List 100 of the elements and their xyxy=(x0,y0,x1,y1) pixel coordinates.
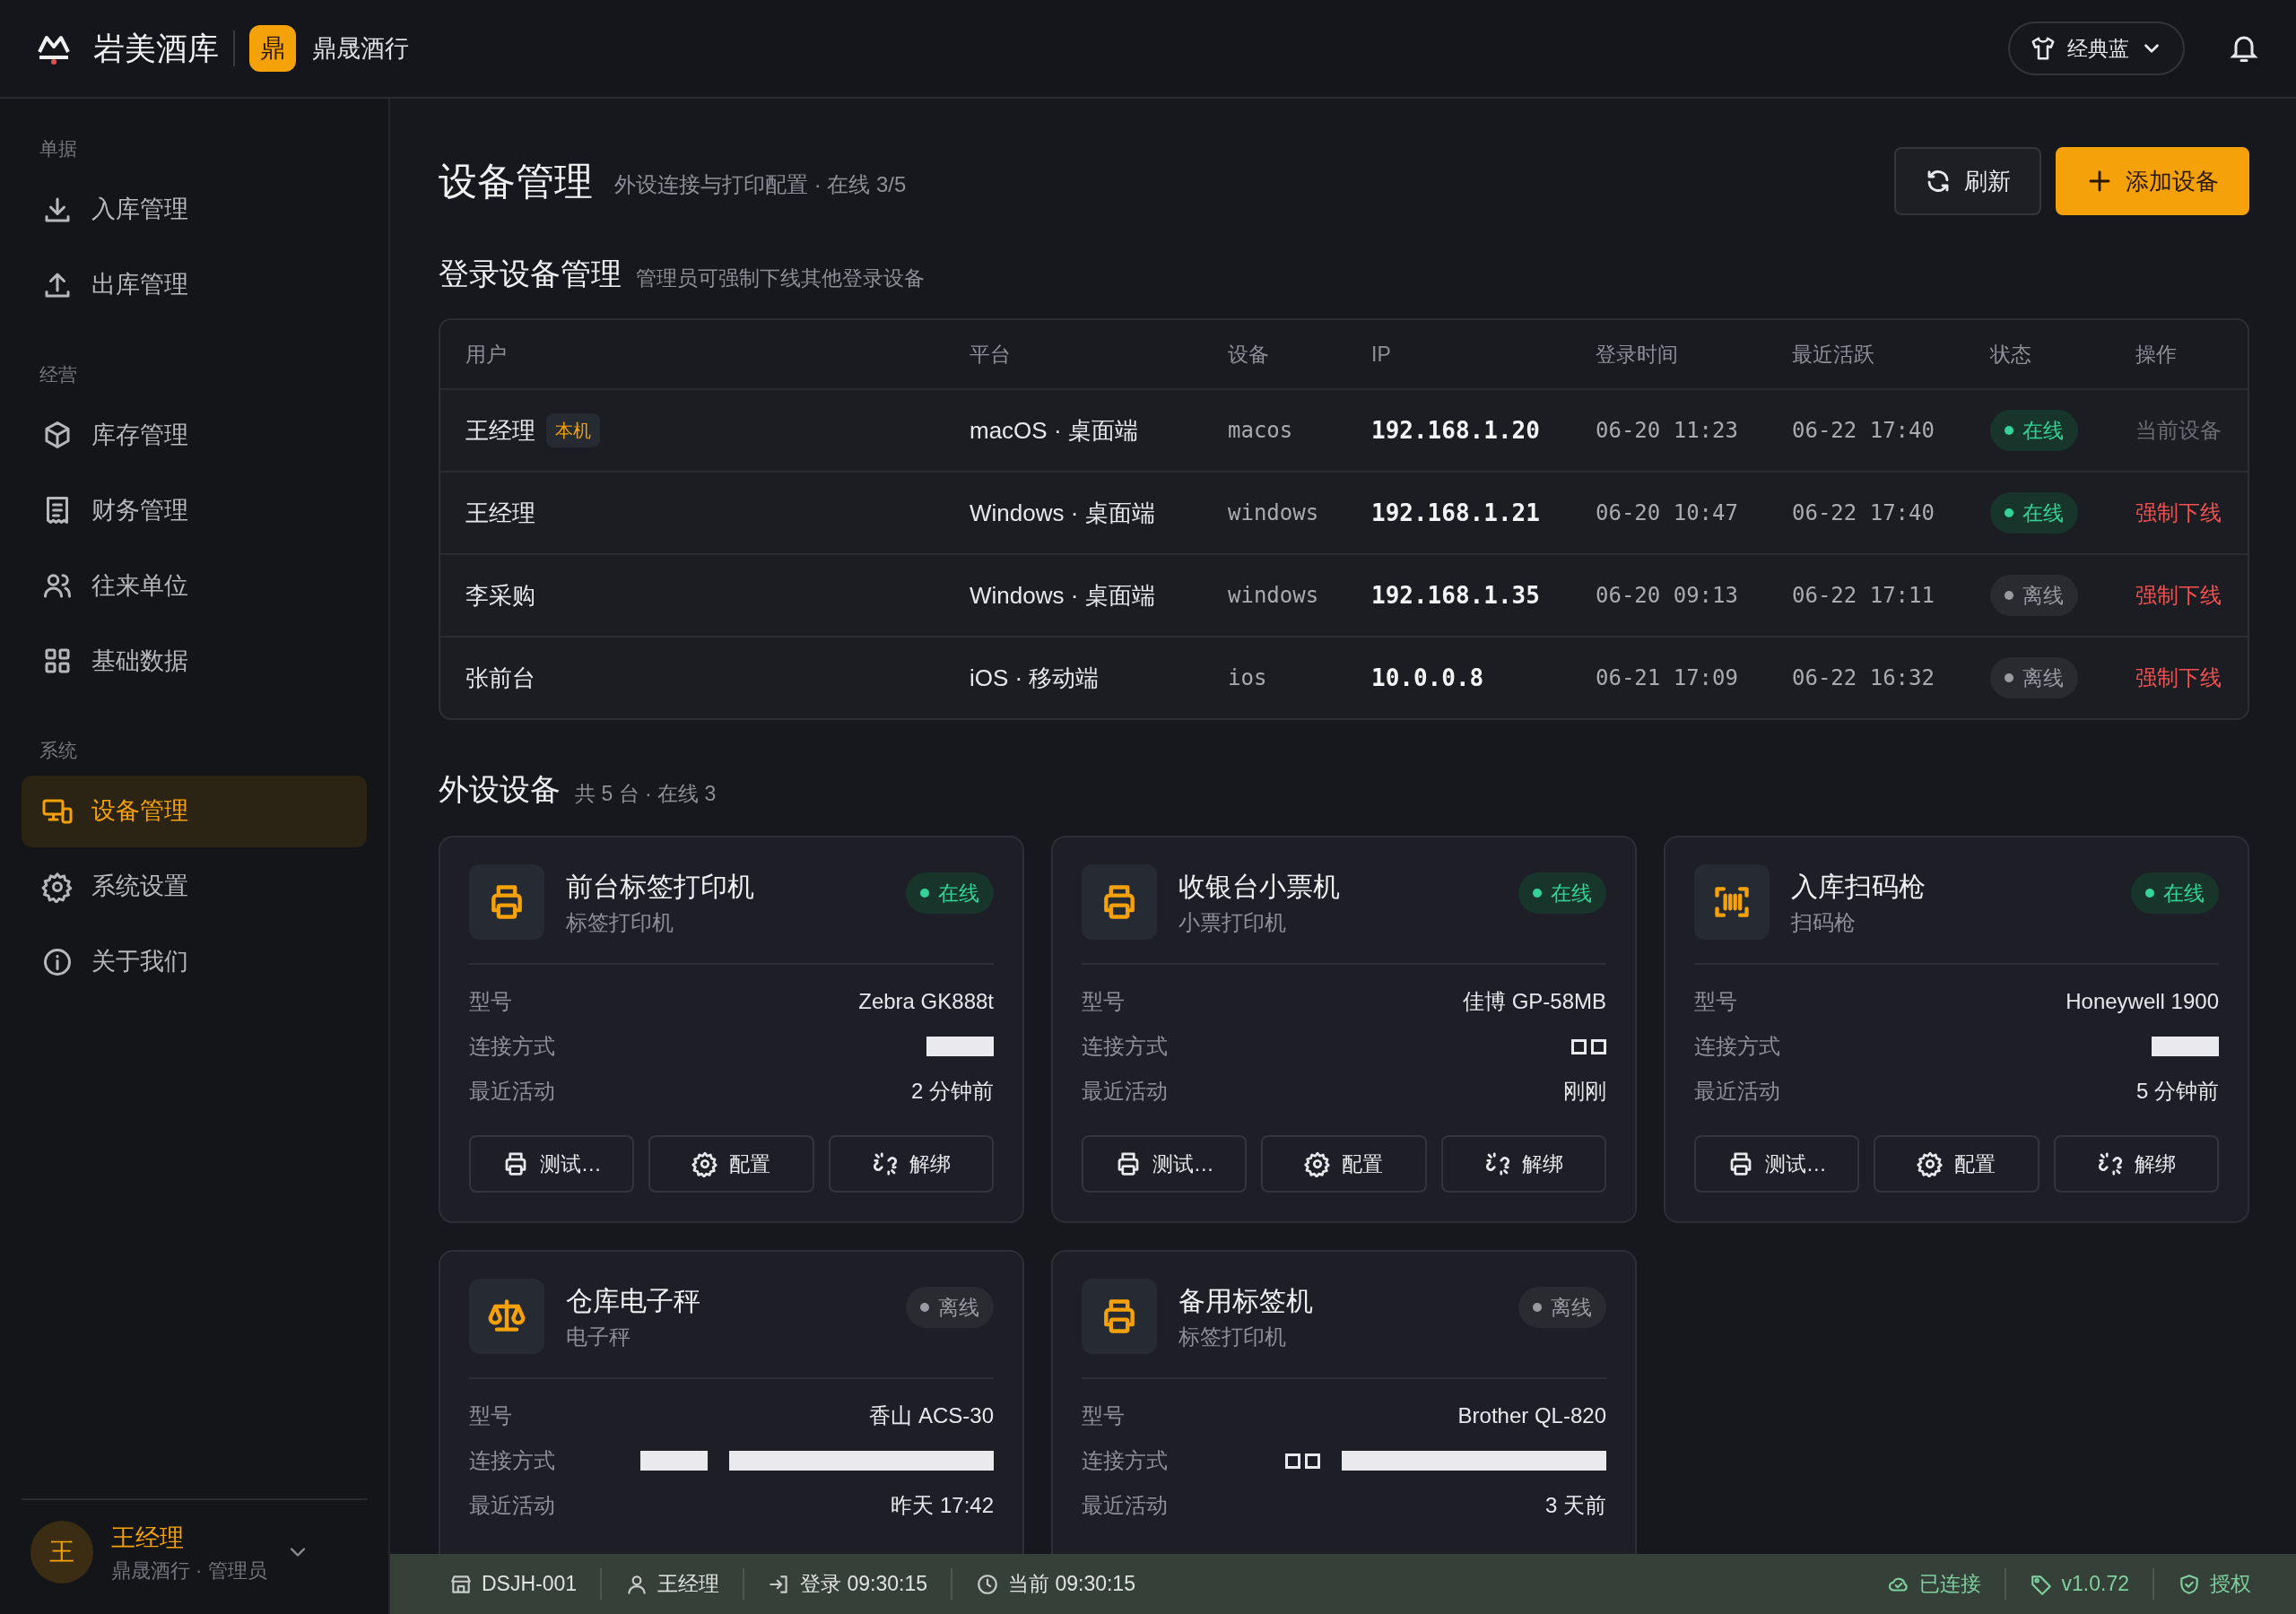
configure-button[interactable]: 配置 xyxy=(648,1135,814,1193)
page-title: 设备管理 xyxy=(439,158,593,204)
force-logout-link[interactable]: 强制下线 xyxy=(2135,497,2248,529)
table-cell-text: 06-22 16:32 xyxy=(1792,664,1935,692)
field-label: 最近活动 xyxy=(469,1492,555,1519)
table-cell-text: 王经理 xyxy=(465,415,535,446)
table-cell-text: 06-22 17:11 xyxy=(1792,582,1935,610)
column-header: 用户 xyxy=(465,341,508,368)
status-badge: 在线 xyxy=(1990,409,2078,452)
field-label: 型号 xyxy=(469,988,512,1015)
field-value: 5 分钟前 xyxy=(2136,1078,2219,1105)
add-device-button[interactable]: 添加设备 xyxy=(2056,147,2249,215)
column-header: 登录时间 xyxy=(1596,341,1679,368)
status-badge: 在线 xyxy=(906,872,994,915)
column-header: IP xyxy=(1371,341,1392,368)
device-type: 标签打印机 xyxy=(566,908,674,936)
device-name: 仓库电子秤 xyxy=(566,1284,700,1317)
test-print-button[interactable]: 测试… xyxy=(1694,1135,1860,1193)
field-label: 最近活动 xyxy=(1694,1078,1780,1105)
table-cell-text: 李采购 xyxy=(465,580,535,611)
refresh-button[interactable]: 刷新 xyxy=(1894,147,2041,215)
status-text: 登录 09:30:15 xyxy=(800,1571,928,1598)
sidebar-item[interactable]: 往来单位 xyxy=(22,550,367,621)
status-text: 当前 09:30:15 xyxy=(1008,1571,1135,1598)
shirt-icon xyxy=(2030,35,2057,62)
page-subtitle: 外设连接与打印配置 · 在线 3/5 xyxy=(614,171,907,198)
status-badge: 离线 xyxy=(1518,1286,1606,1329)
field-label: 型号 xyxy=(469,1402,512,1429)
section-summary: 共 5 台 · 在线 3 xyxy=(575,780,717,807)
field-label: 型号 xyxy=(1694,988,1737,1015)
table-cell-text: windows xyxy=(1228,499,1320,527)
sidebar-item[interactable]: 关于我们 xyxy=(22,925,367,998)
settings-icon xyxy=(1917,1150,1944,1177)
column-header: 最近活跃 xyxy=(1792,341,1875,368)
table-cell-text: ios xyxy=(1228,664,1268,692)
table-cell-text: 192.168.1.21 xyxy=(1371,498,1541,528)
shield-icon xyxy=(2178,1572,2201,1596)
column-header: 设备 xyxy=(1228,341,1270,368)
sidebar-item[interactable]: 出库管理 xyxy=(22,248,367,321)
theme-selector[interactable]: 经典蓝 xyxy=(2008,22,2185,75)
table-cell-text: 192.168.1.35 xyxy=(1371,580,1541,611)
status-badge: 在线 xyxy=(1990,491,2078,534)
sidebar-item[interactable]: 财务管理 xyxy=(22,474,367,546)
sidebar-item[interactable]: 基础数据 xyxy=(22,625,367,697)
sidebar-item[interactable]: 库存管理 xyxy=(22,399,367,471)
device-name: 收银台小票机 xyxy=(1178,870,1340,903)
field-value: 香山 ACS-30 xyxy=(869,1402,994,1429)
table-cell-text: macos xyxy=(1228,417,1294,445)
section-label: 系统 xyxy=(39,739,78,762)
field-value: Zebra GK888t xyxy=(858,988,994,1015)
field-value: Honeywell 1900 xyxy=(2066,988,2219,1015)
field-label: 连接方式 xyxy=(1694,1033,1780,1060)
table-cell-text: Windows · 桌面端 xyxy=(970,498,1156,528)
sidebar-item[interactable]: 设备管理 xyxy=(22,775,367,847)
field-label: 连接方式 xyxy=(469,1447,555,1474)
force-logout-link[interactable]: 强制下线 xyxy=(2135,579,2248,612)
user-role: 鼎晟酒行 · 管理员 xyxy=(111,1558,267,1584)
force-logout-link[interactable]: 强制下线 xyxy=(2135,662,2248,694)
app-name: 岩美酒库 xyxy=(93,29,219,67)
avatar: 王 xyxy=(30,1521,93,1584)
section-subtitle: 管理员可强制下线其他登录设备 xyxy=(636,265,925,291)
field-label: 最近活动 xyxy=(1082,1078,1168,1105)
status-text: DSJH-001 xyxy=(482,1571,578,1598)
test-print-button[interactable]: 测试… xyxy=(469,1135,635,1193)
device-name: 入库扫码枪 xyxy=(1791,870,1926,903)
status-badge: 离线 xyxy=(906,1286,994,1329)
field-label: 连接方式 xyxy=(1082,1447,1168,1474)
unbind-button[interactable]: 解绑 xyxy=(1440,1135,1606,1193)
field-value: 佳博 GP-58MB xyxy=(1462,988,1606,1015)
unbind-button[interactable]: 解绑 xyxy=(828,1135,994,1193)
table-cell-text: 06-22 17:40 xyxy=(1792,499,1935,527)
table-cell-text: 192.168.1.20 xyxy=(1371,415,1541,446)
device-name: 备用标签机 xyxy=(1178,1284,1313,1317)
field-label: 最近活动 xyxy=(1082,1492,1168,1519)
field-value: 2 分钟前 xyxy=(911,1078,994,1105)
unbind-button[interactable]: 解绑 xyxy=(2053,1135,2219,1193)
field-value: Brother QL-820 xyxy=(1457,1402,1606,1429)
table-cell-text: 06-20 11:23 xyxy=(1596,417,1739,445)
user-name: 王经理 xyxy=(111,1523,185,1553)
table-cell-text: iOS · 移动端 xyxy=(970,663,1100,693)
table-cell-text: 06-21 17:09 xyxy=(1596,664,1739,692)
field-label: 最近活动 xyxy=(469,1078,555,1105)
status-text: 王经理 xyxy=(657,1571,720,1598)
table-cell-text: 王经理 xyxy=(465,498,535,528)
status-text: 已连接 xyxy=(1918,1571,1981,1598)
field-value: 刚刚 xyxy=(1563,1078,1606,1105)
table-cell-text: 张前台 xyxy=(465,663,535,693)
configure-button[interactable]: 配置 xyxy=(1874,1135,2039,1193)
sidebar-item[interactable]: 系统设置 xyxy=(22,850,367,923)
field-label: 型号 xyxy=(1082,1402,1125,1429)
sidebar-item[interactable]: 入库管理 xyxy=(22,173,367,246)
configure-button[interactable]: 配置 xyxy=(1261,1135,1427,1193)
test-print-button[interactable]: 测试… xyxy=(1082,1135,1248,1193)
status-text: 授权 xyxy=(2210,1571,2251,1598)
device-type: 扫码枪 xyxy=(1791,908,1857,936)
field-label: 连接方式 xyxy=(469,1033,555,1060)
column-header: 状态 xyxy=(1990,341,2032,368)
column-header: 平台 xyxy=(970,341,1012,368)
section-title: 登录设备管理 xyxy=(439,256,622,292)
section-label: 经营 xyxy=(39,362,78,386)
